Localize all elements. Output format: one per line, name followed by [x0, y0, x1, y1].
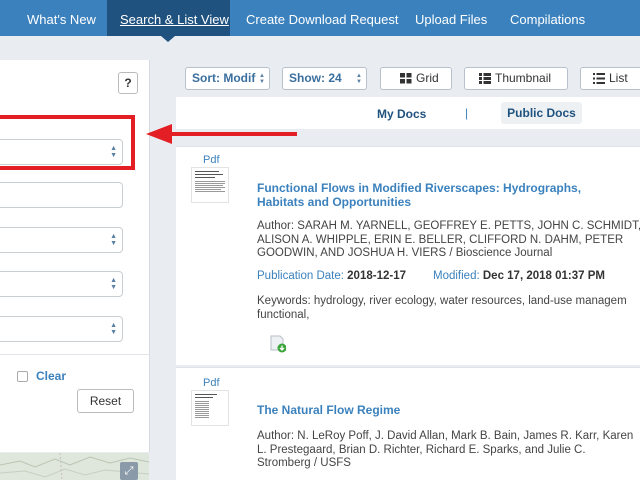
select-arrows-icon: ▲ ▼: [110, 277, 117, 291]
download-file-icon[interactable]: [270, 335, 286, 353]
author-line: Author: SARAH M. YARNELL, GEOFFREY E. PE…: [257, 220, 640, 232]
expand-icon[interactable]: ⤢: [120, 462, 138, 480]
document-thumbnail[interactable]: [191, 167, 229, 203]
modified-date: Modified: Dec 17, 2018 01:37 PM: [433, 270, 605, 282]
clear-link[interactable]: Clear: [36, 369, 66, 383]
file-type-label: Pdf: [203, 154, 220, 166]
highlight-box: [0, 115, 135, 170]
grid-icon: [400, 73, 412, 84]
author-line: GOODWIN, AND JOSHUA H. VIERS / Bioscienc…: [257, 247, 553, 259]
result-keywords: Keywords: hydrology, river ecology, wate…: [257, 295, 640, 322]
tab-separator: |: [465, 106, 469, 120]
panel-divider: [0, 354, 150, 355]
active-tab-caret-icon: [161, 36, 175, 42]
filter-select-4[interactable]: ▲ ▼: [0, 316, 123, 342]
select-arrows-icon: ▲ ▼: [259, 73, 265, 85]
help-button[interactable]: ?: [118, 72, 138, 94]
list-view-button[interactable]: List: [580, 67, 640, 90]
thumbnail-list-icon: [479, 73, 491, 85]
grid-label: Grid: [416, 71, 439, 85]
list-label: List: [609, 71, 628, 85]
document-thumbnail[interactable]: [191, 390, 229, 426]
result-author: Author: SARAH M. YARNELL, GEOFFREY E. PE…: [257, 220, 640, 261]
filter-select-3[interactable]: ▲ ▼: [0, 271, 123, 297]
list-icon: [593, 73, 605, 85]
result-title-link[interactable]: The Natural Flow Regime: [257, 403, 637, 417]
nav-create-download-request[interactable]: Create Download Request: [246, 0, 398, 36]
filter-select-2[interactable]: ▲ ▼: [0, 227, 123, 253]
top-nav: What's New Search & List View Create Dow…: [0, 0, 640, 36]
modified-date-value: Dec 17, 2018 01:37 PM: [482, 270, 605, 282]
file-type-label: Pdf: [203, 377, 220, 389]
result-title-line: Habitats and Opportunities: [257, 195, 412, 209]
publication-date-label: Publication Date:: [257, 270, 344, 282]
select-arrows-icon: ▲ ▼: [356, 73, 362, 85]
grid-view-button[interactable]: Grid: [380, 67, 452, 90]
author-line: Author: N. LeRoy Poff, J. David Allan, M…: [257, 430, 634, 442]
result-title-link[interactable]: Functional Flows in Modified Riverscapes…: [257, 181, 637, 209]
keywords-line: Keywords: hydrology, river ecology, wate…: [257, 295, 627, 307]
author-line: Stromberg / USFS: [257, 457, 351, 469]
keywords-line: functional,: [257, 308, 310, 321]
tab-public-docs[interactable]: Public Docs: [501, 102, 582, 124]
select-arrows-icon: ▲ ▼: [110, 322, 117, 336]
annotation-arrow-shaft: [170, 132, 297, 136]
sort-label: Sort: Modif: [192, 71, 256, 85]
publication-date-value: 2018-12-17: [347, 270, 406, 282]
nav-upload-files[interactable]: Upload Files: [415, 0, 487, 36]
show-label: Show: 24: [289, 71, 342, 85]
publication-date: Publication Date: 2018-12-17: [257, 270, 406, 282]
reset-button[interactable]: Reset: [77, 389, 134, 413]
show-count-select[interactable]: Show: 24 ▲ ▼: [282, 67, 367, 90]
thumbnail-view-button[interactable]: Thumbnail: [464, 67, 568, 90]
author-line: L. Prestegaard, Brian D. Richter, Richar…: [257, 443, 586, 456]
thumbnail-label: Thumbnail: [495, 71, 552, 85]
clear-checkbox[interactable]: [17, 371, 28, 382]
tab-my-docs[interactable]: My Docs: [377, 107, 426, 121]
annotation-arrow-icon: [146, 124, 172, 144]
result-author: Author: N. LeRoy Poff, J. David Allan, M…: [257, 430, 640, 471]
modified-date-label: Modified:: [433, 270, 480, 282]
nav-search-list-view[interactable]: Search & List View: [107, 0, 230, 36]
author-line: ALISON A. WHIPPLE, ERIN E. BELLER, CLIFF…: [257, 233, 624, 246]
select-arrows-icon: ▲ ▼: [110, 233, 117, 247]
nav-compilations[interactable]: Compilations: [510, 0, 585, 36]
nav-whats-new[interactable]: What's New: [27, 0, 96, 36]
sort-select[interactable]: Sort: Modif ▲ ▼: [185, 67, 270, 90]
result-title-line: Functional Flows in Modified Riverscapes…: [257, 181, 582, 195]
filter-input[interactable]: [0, 182, 123, 208]
